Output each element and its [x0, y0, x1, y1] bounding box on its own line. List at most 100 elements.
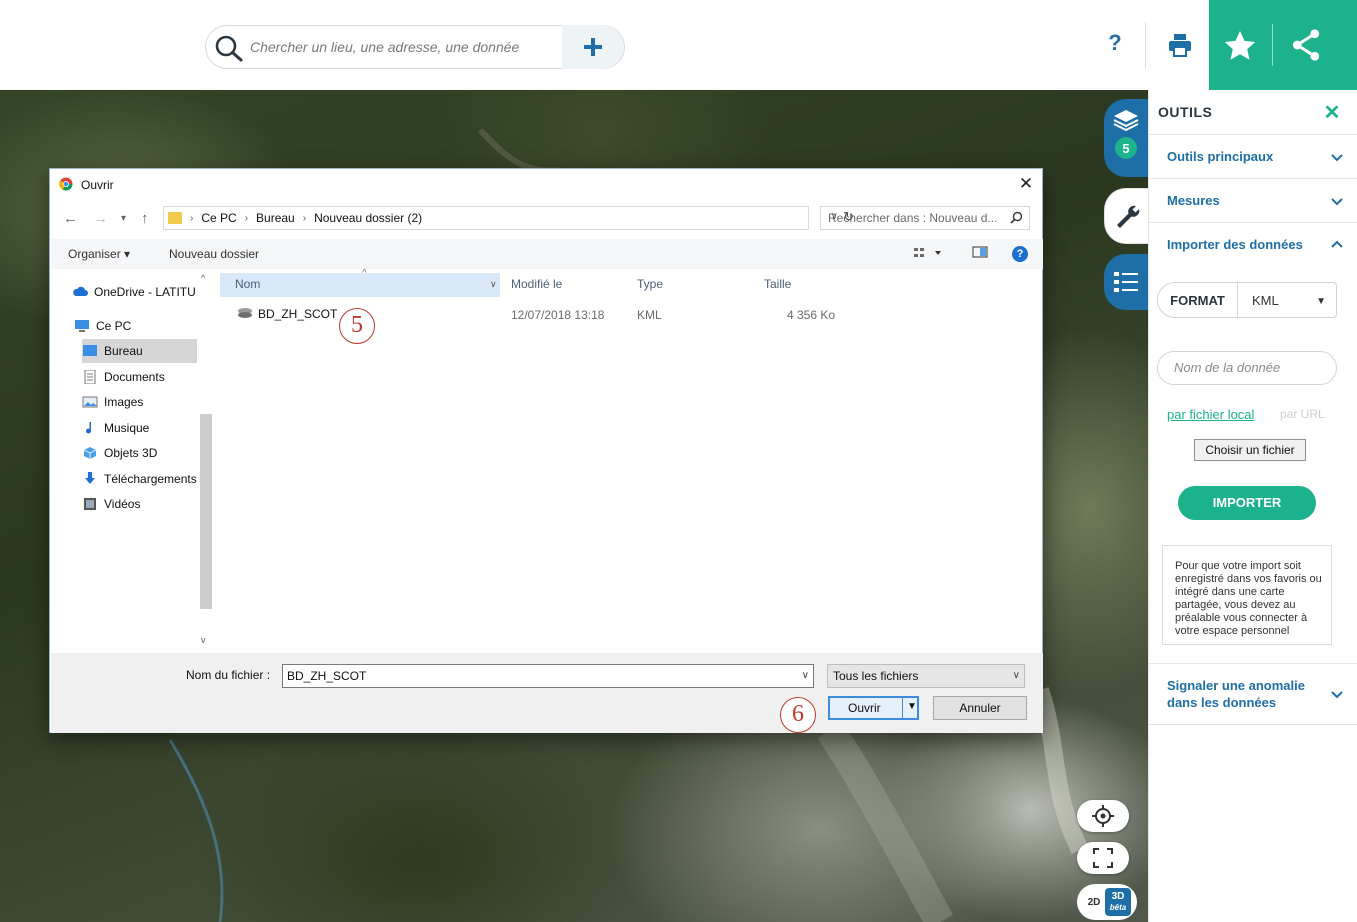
view-2d-button[interactable]: 2D: [1083, 897, 1105, 908]
section-report-anomaly[interactable]: Signaler une anomalie dans les données: [1149, 663, 1357, 725]
chevron-down-icon: [1331, 198, 1343, 206]
column-header-type[interactable]: Type: [637, 277, 663, 291]
download-icon: [85, 472, 95, 484]
format-value: KML: [1252, 292, 1279, 308]
nav-item-documents[interactable]: Documents: [82, 365, 215, 389]
forward-icon[interactable]: →: [93, 210, 108, 227]
view-options-icon[interactable]: [913, 245, 943, 264]
file-modified: 12/07/2018 13:18: [511, 308, 605, 322]
section-measures[interactable]: Mesures: [1149, 178, 1357, 222]
import-info-text: Pour que votre import soit enregistré da…: [1162, 545, 1332, 645]
open-button[interactable]: Ouvrir ▼: [828, 696, 919, 720]
chevron-down-icon: [1331, 154, 1343, 162]
add-data-button[interactable]: [562, 25, 624, 69]
nav-item-downloads[interactable]: Téléchargements: [82, 467, 215, 491]
back-icon[interactable]: ←: [63, 210, 78, 227]
address-bar[interactable]: › Ce PC › Bureau › Nouveau dossier (2) ∨…: [163, 206, 854, 230]
column-header-name[interactable]: Nom: [220, 273, 500, 297]
help-icon[interactable]: ?: [1012, 246, 1028, 262]
print-button[interactable]: [1160, 22, 1200, 68]
star-icon: [1224, 31, 1256, 60]
address-row: ← → ▾ ↑ › Ce PC › Bureau › Nouveau dossi…: [50, 203, 1042, 235]
share-icon: [1292, 29, 1320, 61]
wrench-icon: [1116, 205, 1139, 228]
separator-icon: ›: [190, 212, 194, 224]
breadcrumb-item[interactable]: Bureau: [256, 211, 295, 225]
preview-pane-icon[interactable]: [972, 245, 988, 262]
nav-item-onedrive[interactable]: OneDrive - LATITU: [72, 280, 215, 304]
fullscreen-button[interactable]: [1077, 842, 1129, 874]
folder-icon: [168, 212, 182, 224]
format-label: FORMAT: [1158, 283, 1238, 317]
step-annotation-6: 6: [780, 697, 816, 733]
view-3d-button[interactable]: 3D bêta: [1105, 888, 1131, 916]
organize-menu[interactable]: Organiser ▾: [68, 247, 130, 261]
tools-tab[interactable]: [1104, 188, 1148, 244]
choose-file-button[interactable]: Choisir un fichier: [1194, 439, 1306, 461]
video-icon: [84, 498, 96, 510]
nav-item-3d-objects[interactable]: Objets 3D: [82, 441, 215, 465]
cancel-button[interactable]: Annuler: [933, 696, 1027, 720]
section-import[interactable]: Importer des données: [1149, 222, 1357, 266]
import-button[interactable]: IMPORTER: [1178, 486, 1316, 520]
sort-ascending-icon: ^: [362, 268, 367, 279]
nav-label: Bureau: [104, 344, 143, 358]
chevron-up-icon: [1331, 240, 1343, 248]
nav-item-this-pc[interactable]: Ce PC: [74, 314, 215, 338]
help-button[interactable]: ?: [1100, 30, 1130, 60]
chrome-icon: [59, 177, 73, 196]
nav-item-images[interactable]: Images: [82, 390, 215, 414]
search-input[interactable]: Chercher un lieu, une adresse, une donné…: [250, 39, 519, 55]
chevron-down-icon[interactable]: ∨: [490, 279, 497, 290]
local-file-link[interactable]: par fichier local: [1167, 407, 1254, 422]
expand-icon: [1093, 848, 1113, 868]
nav-item-videos[interactable]: Vidéos: [82, 492, 215, 516]
scroll-down-icon[interactable]: v: [201, 635, 206, 645]
breadcrumb-item[interactable]: Nouveau dossier (2): [314, 211, 422, 225]
filename-value: BD_ZH_SCOT: [287, 669, 367, 683]
format-select[interactable]: KML ▼: [1238, 283, 1336, 317]
file-name: BD_ZH_SCOT: [258, 307, 338, 321]
target-icon: [1092, 805, 1114, 827]
caret-down-icon[interactable]: ▼: [907, 701, 917, 712]
dialog-search-placeholder: Rechercher dans : Nouveau d...: [828, 211, 998, 225]
print-icon: [1169, 34, 1191, 57]
new-folder-button[interactable]: Nouveau dossier: [169, 247, 259, 261]
breadcrumb-item[interactable]: Ce PC: [201, 211, 236, 225]
nav-item-music[interactable]: Musique: [82, 416, 215, 440]
url-link[interactable]: par URL: [1280, 407, 1325, 421]
actions-bar: [1209, 0, 1357, 90]
filename-input[interactable]: BD_ZH_SCOT ∨: [282, 664, 814, 688]
favorites-button[interactable]: [1221, 28, 1259, 69]
column-header-size[interactable]: Taille: [764, 277, 791, 291]
close-dialog-button[interactable]: ✕: [1012, 172, 1040, 196]
file-size: 4 356 Ko: [787, 308, 836, 322]
share-button[interactable]: [1291, 28, 1321, 67]
close-panel-button[interactable]: ✕: [1321, 100, 1343, 124]
section-main-tools[interactable]: Outils principaux: [1149, 134, 1357, 178]
layers-tab[interactable]: 5: [1104, 99, 1148, 177]
scroll-up-icon[interactable]: ^: [201, 273, 205, 283]
search-icon[interactable]: [214, 34, 244, 67]
recent-locations-icon[interactable]: ▾: [121, 213, 126, 224]
nav-scrollbar[interactable]: ^ v: [199, 271, 213, 647]
legend-tab[interactable]: [1104, 254, 1148, 310]
desktop-icon: [83, 345, 97, 356]
image-icon: [82, 396, 98, 408]
data-name-input[interactable]: Nom de la donnée: [1157, 351, 1337, 385]
search-icon: [1010, 211, 1023, 224]
nav-item-desktop[interactable]: Bureau: [82, 339, 197, 363]
column-header-modified[interactable]: Modifié le: [511, 277, 562, 291]
nav-label: Ce PC: [96, 319, 132, 333]
step-annotation-5: 5: [339, 308, 375, 344]
kml-file-icon: [238, 308, 252, 318]
scrollbar-thumb[interactable]: [200, 414, 212, 609]
up-icon[interactable]: ↑: [141, 210, 149, 227]
chevron-down-icon[interactable]: ∨: [802, 665, 809, 687]
file-row[interactable]: BD_ZH_SCOT 12/07/2018 13:18 KML 4 356 Ko: [220, 303, 880, 325]
filetype-select[interactable]: Tous les fichiers ∨: [827, 664, 1025, 688]
divider: [1272, 24, 1273, 66]
search-box[interactable]: Chercher un lieu, une adresse, une donné…: [205, 25, 625, 69]
dialog-search-input[interactable]: Rechercher dans : Nouveau d...: [820, 206, 1030, 230]
geolocate-button[interactable]: [1077, 800, 1129, 832]
